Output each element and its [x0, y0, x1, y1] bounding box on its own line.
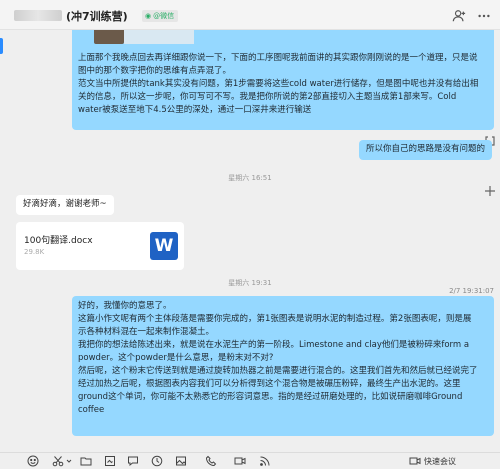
wechat-icon: ◉: [145, 12, 152, 20]
meeting-icon: [409, 457, 421, 465]
message-line: 我把你的想法给陈述出来，就是说在水泥生产的第一阶段。Limestone and …: [78, 340, 470, 350]
clock-icon[interactable]: [151, 455, 163, 467]
rss-icon[interactable]: [259, 455, 271, 467]
message-line: powder。这个powder是什么意思，是粉末对不对?: [78, 353, 274, 363]
scissors-icon[interactable]: [52, 455, 64, 467]
file-card[interactable]: 100句翻译.docx 29.8K W: [16, 222, 184, 270]
chat-header: (冲7训练营) ◉ @微信: [0, 0, 500, 30]
quoted-image-thumbnail[interactable]: [94, 30, 124, 44]
chevron-down-icon[interactable]: [66, 455, 72, 467]
message-line: water被泵送至地下4.5公里的深处，通过一口深井来进行输送: [78, 105, 312, 115]
screenshot-icon[interactable]: [104, 455, 116, 467]
message-line: 经过加热之后呢，根据图表内容我们可以分析得到这个混合物是被碾压粉碎，最终生产出水…: [78, 379, 461, 389]
message-bubble-incoming[interactable]: 好滴好滴，谢谢老师~: [16, 195, 114, 215]
quick-meeting-label: 快速会议: [424, 456, 456, 466]
quoted-image-strip: [124, 30, 194, 44]
input-toolbar: 快速会议: [0, 452, 500, 469]
smile-icon[interactable]: [27, 455, 39, 467]
timestamp: 星期六 16:51: [228, 174, 272, 182]
timestamp: 星期六 19:31: [228, 279, 272, 287]
phone-icon[interactable]: [205, 455, 217, 467]
quick-meeting-button[interactable]: 快速会议: [409, 455, 456, 467]
message-line: coffee: [78, 405, 105, 415]
folder-icon[interactable]: [80, 455, 92, 467]
add-member-icon[interactable]: [452, 9, 466, 23]
message-line: 关的信息，所以这一步呢，你可写可不写。我是把你所说的第2部直接切入主题当成第1部…: [78, 92, 457, 102]
message-line: 然后呢，这个粉末它传送到就是通过旋转加热器之前是需要进行混合的。这里我们首先和然…: [78, 366, 478, 376]
chat-bubble-icon[interactable]: [127, 455, 139, 467]
message-line: 范文当中所提供的tank其实没有问题，第1步需要将这些cold water进行储…: [78, 79, 479, 89]
wechat-badge-label: @微信: [153, 12, 175, 20]
edge-tab[interactable]: [0, 38, 3, 54]
file-size: 29.8K: [24, 248, 45, 256]
wechat-badge: ◉ @微信: [142, 10, 179, 22]
message-line: ground这个单词，你可能不太熟悉它的形容词意思。指的是经过研磨处理的，比如说…: [78, 392, 463, 402]
image-icon[interactable]: [175, 455, 187, 467]
more-icon[interactable]: [477, 9, 491, 23]
word-document-icon: W: [150, 232, 178, 260]
message-line: 示各种材料混在一起来制作混凝土。: [78, 327, 215, 337]
hover-timestamp: 2/7 19:31:07: [449, 287, 494, 295]
chat-title[interactable]: (冲7训练营): [66, 8, 128, 24]
message-line: 上面那个我晚点回去再详细跟你说一下，下面的工序图呢我前面讲的其实跟你刚刚说的是一…: [78, 53, 478, 63]
message-bubble-outgoing[interactable]: 好的，我懂你的意思了。 这篇小作文呢有两个主体段落是需要你完成的，第1张图表是说…: [72, 296, 494, 436]
video-icon[interactable]: [234, 455, 246, 467]
message-bubble-outgoing[interactable]: 上面那个我晚点回去再详细跟你说一下，下面的工序图呢我前面讲的其实跟你刚刚说的是一…: [72, 30, 494, 130]
blurred-chat-name: [14, 10, 62, 21]
message-line: 这篇小作文呢有两个主体段落是需要你完成的，第1张图表是说明水泥的制造过程。第2张…: [78, 314, 472, 324]
file-name: 100句翻译.docx: [24, 236, 93, 246]
message-bubble-outgoing[interactable]: 所以你自己的思路是没有问题的: [358, 140, 492, 160]
message-line: 图中的那个数字把你的思维有点弄混了。: [78, 66, 232, 76]
adjust-icon[interactable]: [484, 185, 496, 197]
message-line: 好的，我懂你的意思了。: [78, 301, 172, 311]
